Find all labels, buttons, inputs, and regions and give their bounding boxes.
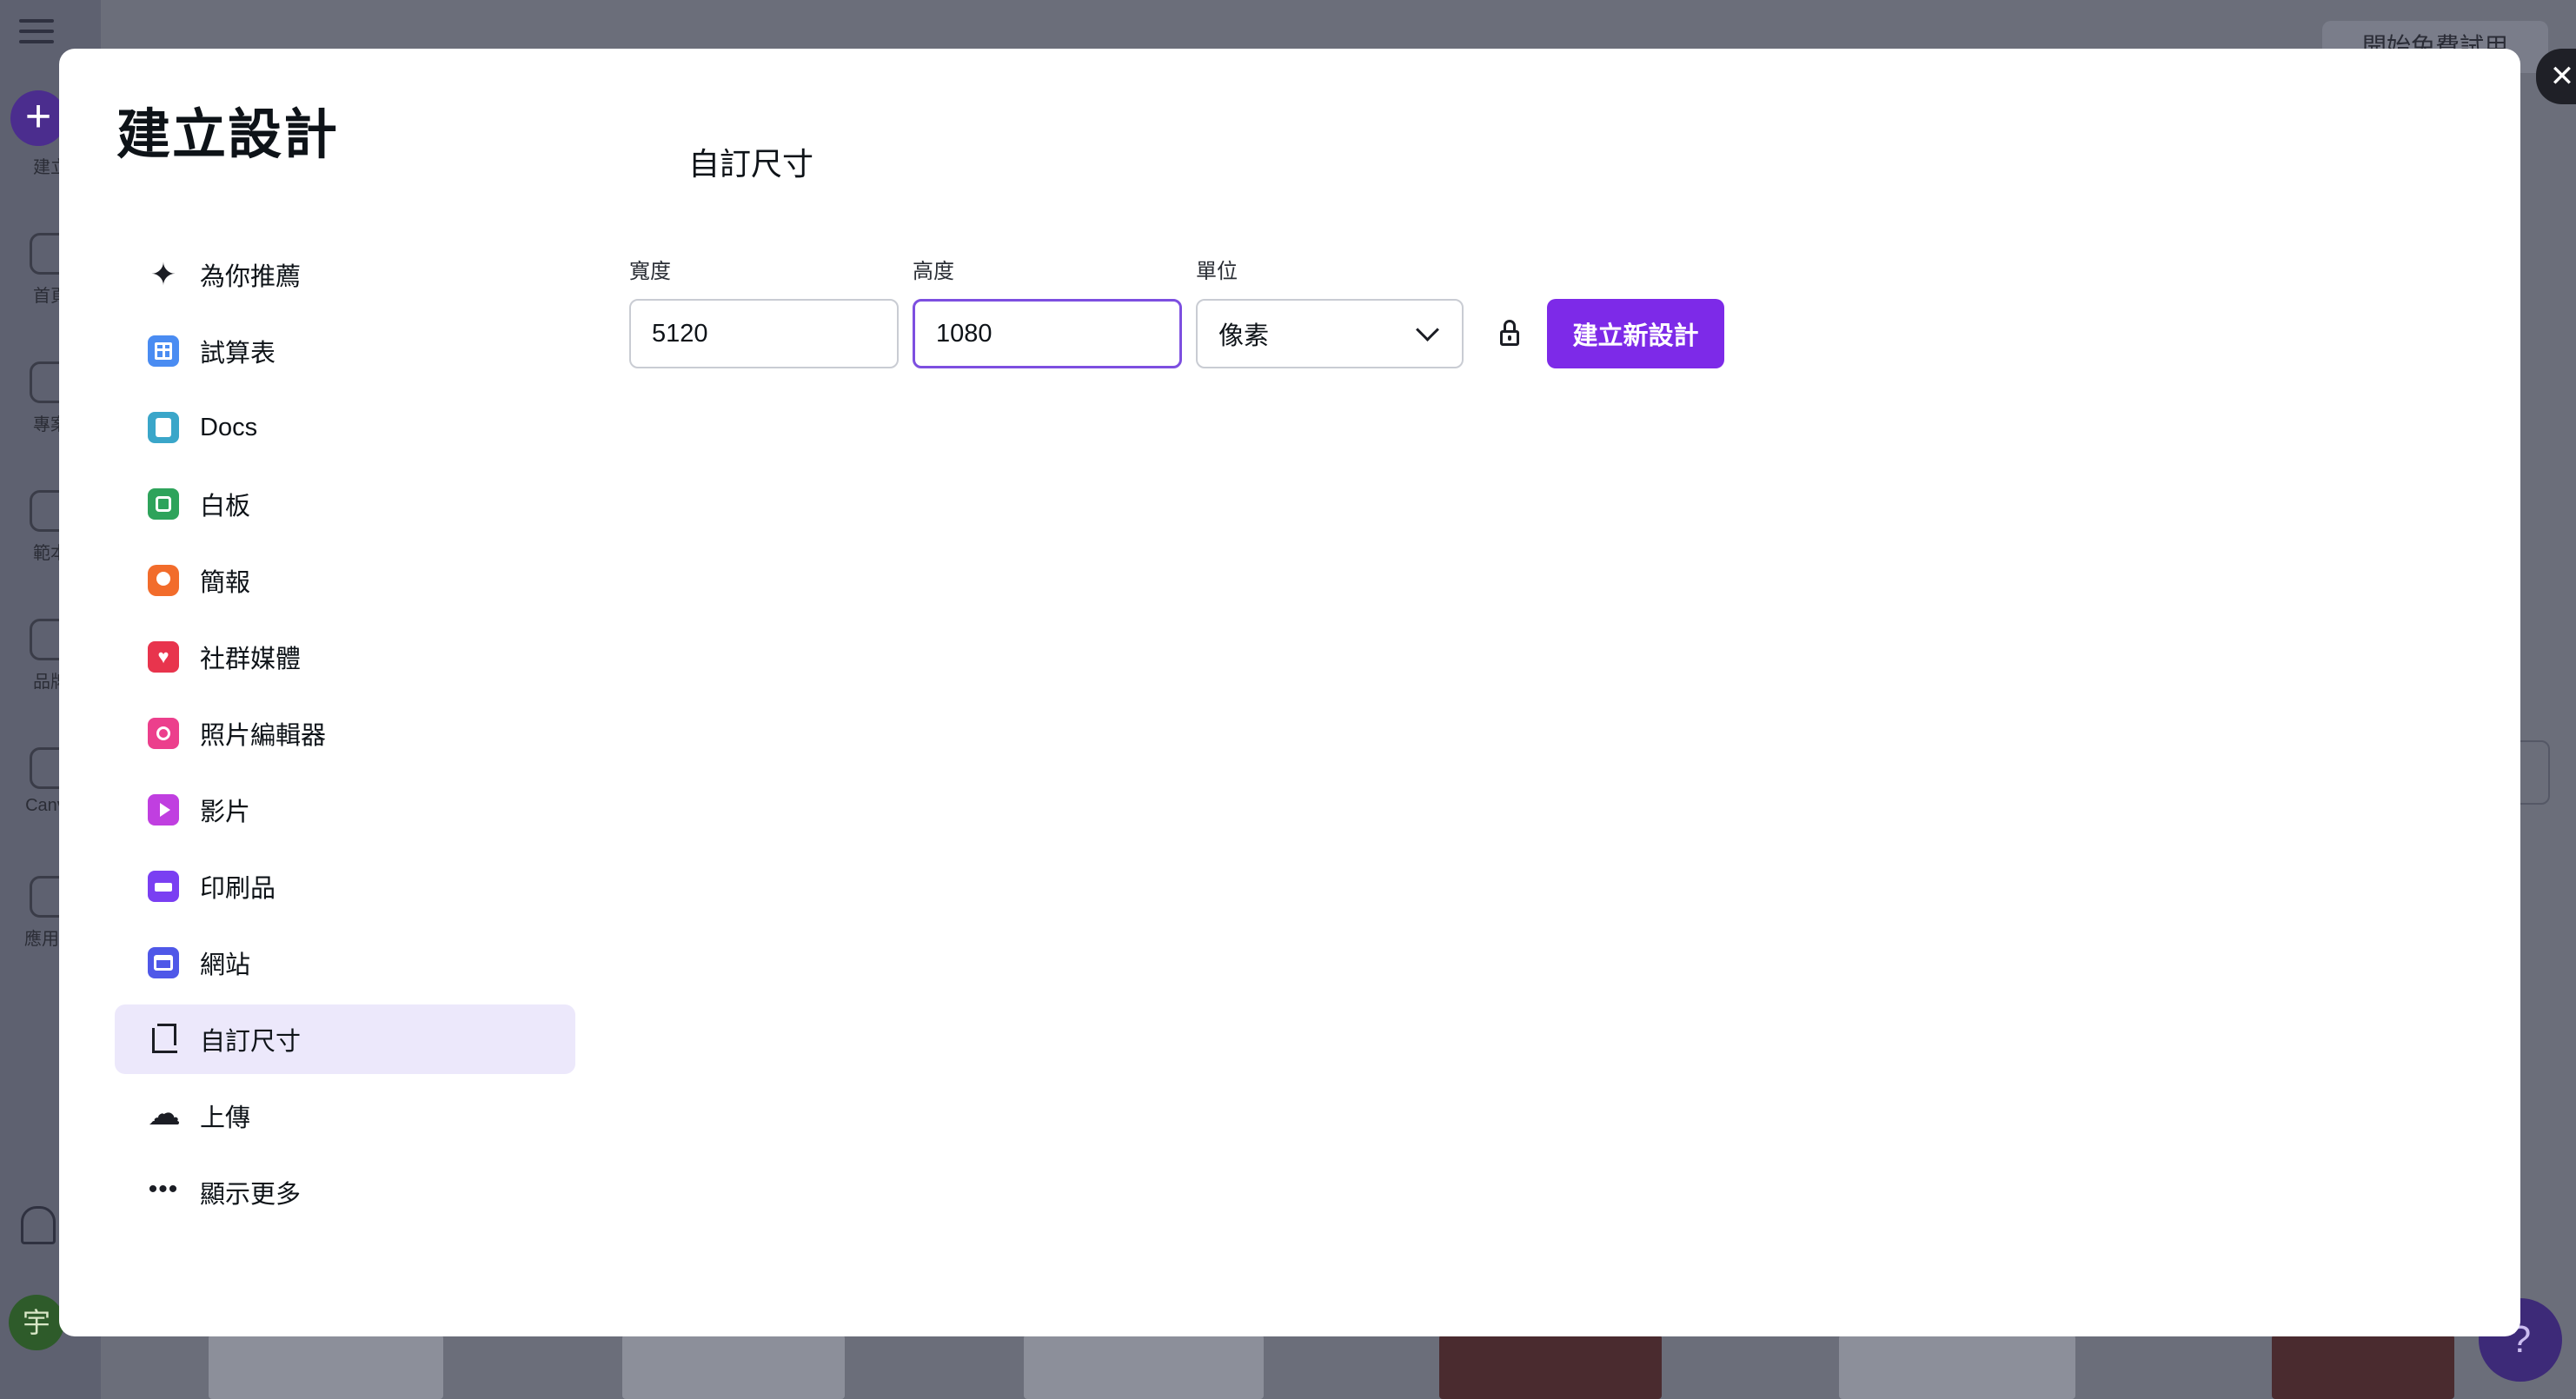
lock-body xyxy=(1500,330,1519,346)
docs-icon xyxy=(148,412,179,443)
design-thumbnail[interactable] xyxy=(209,1335,443,1399)
custom-size-icon xyxy=(148,1024,179,1055)
unit-value: 像素 xyxy=(1218,322,1270,350)
sparkle-icon: ✦ xyxy=(149,256,177,292)
nav-item-docs[interactable]: Docs xyxy=(115,393,575,462)
nav-label: 為你推薦 xyxy=(200,263,302,291)
unit-label: 單位 xyxy=(1196,260,1238,283)
nav-item-spreadsheet[interactable]: 試算表 xyxy=(115,316,575,386)
create-design-dialog: 建立設計 ✦ 為你推薦 試算表 Docs 白板 簡報 社群媒體 照片編輯器 xyxy=(59,49,2520,1336)
chevron-down-icon xyxy=(1416,317,1439,341)
unit-select[interactable]: 像素 xyxy=(1196,299,1464,368)
nav-item-website[interactable]: 網站 xyxy=(115,928,575,998)
avatar[interactable]: 宇 xyxy=(9,1295,64,1350)
nav-item-photo-editor[interactable]: 照片編輯器 xyxy=(115,699,575,768)
create-new-design-button[interactable]: 建立新設計 xyxy=(1547,299,1724,368)
height-input[interactable] xyxy=(913,299,1182,368)
nav-item-custom-size[interactable]: 自訂尺寸 xyxy=(115,1004,575,1074)
upload-icon xyxy=(148,1097,179,1131)
more-icon: ••• xyxy=(148,1175,179,1203)
aspect-lock-button[interactable] xyxy=(1490,313,1531,355)
spreadsheet-icon xyxy=(148,335,179,367)
nav-label: 上傳 xyxy=(200,1104,251,1132)
menu-icon[interactable] xyxy=(19,12,54,50)
design-thumbnail[interactable] xyxy=(1024,1335,1264,1399)
whiteboard-icon xyxy=(148,488,179,520)
nav-item-for-you[interactable]: ✦ 為你推薦 xyxy=(115,240,575,309)
nav-label: 白板 xyxy=(200,493,251,520)
design-thumbnail[interactable] xyxy=(622,1335,845,1399)
presentation-icon xyxy=(148,565,179,596)
nav-label: 網站 xyxy=(200,951,251,979)
design-type-nav: ✦ 為你推薦 試算表 Docs 白板 簡報 社群媒體 照片編輯器 xyxy=(115,240,575,1234)
nav-item-social-media[interactable]: 社群媒體 xyxy=(115,622,575,692)
bell-icon[interactable] xyxy=(21,1206,56,1244)
photo-editor-icon xyxy=(148,718,179,749)
nav-label: 影片 xyxy=(200,799,251,826)
video-icon xyxy=(148,794,179,825)
dialog-title: 建立設計 xyxy=(116,105,340,165)
create-plus-icon[interactable]: + xyxy=(10,90,66,146)
print-icon xyxy=(148,871,179,902)
social-media-icon xyxy=(148,641,179,673)
website-icon xyxy=(148,947,179,978)
nav-label: Docs xyxy=(200,413,258,441)
nav-item-print[interactable]: 印刷品 xyxy=(115,852,575,921)
nav-item-presentation[interactable]: 簡報 xyxy=(115,546,575,615)
nav-label: 顯示更多 xyxy=(200,1181,302,1209)
width-label: 寬度 xyxy=(629,260,671,283)
nav-item-whiteboard[interactable]: 白板 xyxy=(115,469,575,539)
nav-label: 照片編輯器 xyxy=(200,722,327,750)
nav-item-show-more[interactable]: ••• 顯示更多 xyxy=(115,1157,575,1227)
design-thumbnail[interactable] xyxy=(1839,1335,2075,1399)
nav-label: 社群媒體 xyxy=(200,646,302,673)
nav-label: 簡報 xyxy=(200,569,251,597)
design-thumbnail[interactable] xyxy=(1439,1335,1662,1399)
section-title: 自訂尺寸 xyxy=(688,146,814,182)
nav-label: 自訂尺寸 xyxy=(200,1028,302,1056)
nav-item-upload[interactable]: 上傳 xyxy=(115,1081,575,1150)
width-input[interactable] xyxy=(629,299,899,368)
nav-item-video[interactable]: 影片 xyxy=(115,775,575,845)
height-label: 高度 xyxy=(913,260,954,283)
nav-label: 試算表 xyxy=(200,340,276,368)
design-thumbnail[interactable] xyxy=(2272,1335,2454,1399)
nav-label: 印刷品 xyxy=(200,875,276,903)
close-icon[interactable]: ✕ xyxy=(2536,49,2576,104)
